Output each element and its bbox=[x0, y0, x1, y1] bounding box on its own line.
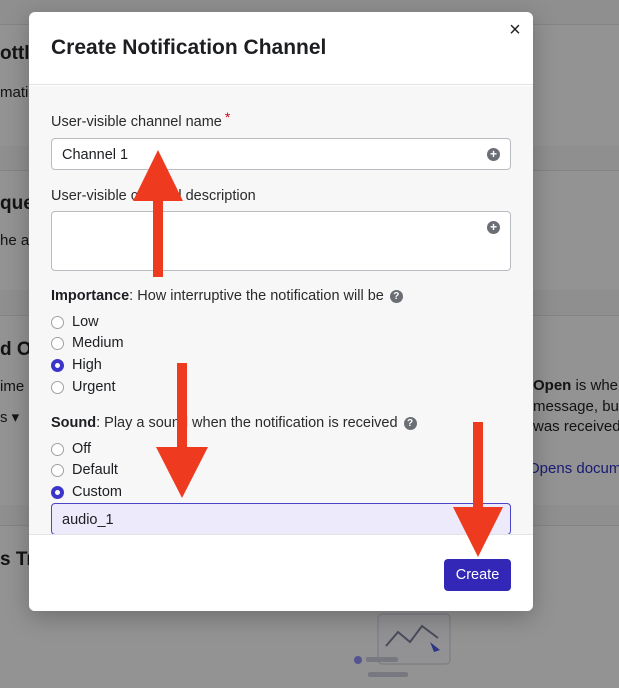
radio-label: Default bbox=[72, 462, 118, 478]
create-notification-channel-dialog: Create Notification Channel × User-visib… bbox=[29, 12, 533, 611]
custom-sound-value: audio_1 bbox=[62, 512, 114, 528]
sound-label-bold: Sound bbox=[51, 415, 97, 431]
dialog-header: Create Notification Channel × bbox=[29, 12, 533, 85]
channel-name-label-text: User-visible channel name bbox=[51, 114, 222, 130]
radio-button[interactable] bbox=[51, 315, 64, 329]
question-circle-icon[interactable]: ? bbox=[389, 290, 403, 303]
radio-label: Low bbox=[72, 314, 99, 330]
sound-option-custom[interactable]: Custom bbox=[51, 483, 122, 501]
radio-label: Urgent bbox=[72, 379, 116, 395]
importance-label-text: : How interruptive the notification will… bbox=[129, 288, 384, 304]
dialog-footer: Create bbox=[29, 534, 533, 611]
importance-option-medium[interactable]: Medium bbox=[51, 334, 124, 352]
dialog-title: Create Notification Channel bbox=[51, 36, 327, 59]
radio-label: Medium bbox=[72, 335, 124, 351]
sound-label-text: : Play a sound when the notification is … bbox=[96, 415, 398, 431]
channel-name-label: User-visible channel name * bbox=[51, 109, 230, 130]
importance-option-low[interactable]: Low bbox=[51, 313, 99, 331]
radio-label: High bbox=[72, 357, 102, 373]
importance-label: Importance: How interruptive the notific… bbox=[51, 288, 403, 304]
radio-label: Custom bbox=[72, 484, 122, 500]
plus-circle-icon[interactable]: + bbox=[487, 148, 500, 161]
radio-button-selected[interactable] bbox=[51, 358, 64, 372]
importance-label-bold: Importance bbox=[51, 288, 130, 304]
radio-button[interactable] bbox=[51, 380, 64, 394]
create-button[interactable]: Create bbox=[444, 559, 511, 591]
close-icon[interactable]: × bbox=[505, 20, 525, 40]
importance-option-urgent[interactable]: Urgent bbox=[51, 378, 116, 396]
importance-option-high[interactable]: High bbox=[51, 356, 102, 374]
sound-option-off[interactable]: Off bbox=[51, 440, 91, 458]
radio-button-selected[interactable] bbox=[51, 485, 64, 499]
channel-name-value: Channel 1 bbox=[62, 147, 129, 163]
radio-label: Off bbox=[72, 441, 92, 457]
radio-button[interactable] bbox=[51, 463, 64, 477]
custom-sound-input[interactable]: audio_1 bbox=[51, 503, 511, 535]
radio-button[interactable] bbox=[51, 336, 64, 350]
sound-option-default[interactable]: Default bbox=[51, 461, 118, 479]
sound-label: Sound: Play a sound when the notificatio… bbox=[51, 415, 417, 431]
required-marker: * bbox=[224, 109, 231, 125]
plus-circle-icon[interactable]: + bbox=[487, 221, 500, 234]
question-circle-icon[interactable]: ? bbox=[403, 417, 417, 430]
radio-button[interactable] bbox=[51, 442, 64, 456]
channel-name-input[interactable]: Channel 1 + bbox=[51, 138, 511, 170]
channel-description-input[interactable]: + bbox=[51, 211, 511, 271]
channel-description-label: User-visible channel description bbox=[51, 188, 256, 204]
dialog-body: User-visible channel name * Channel 1 + U… bbox=[29, 86, 533, 535]
